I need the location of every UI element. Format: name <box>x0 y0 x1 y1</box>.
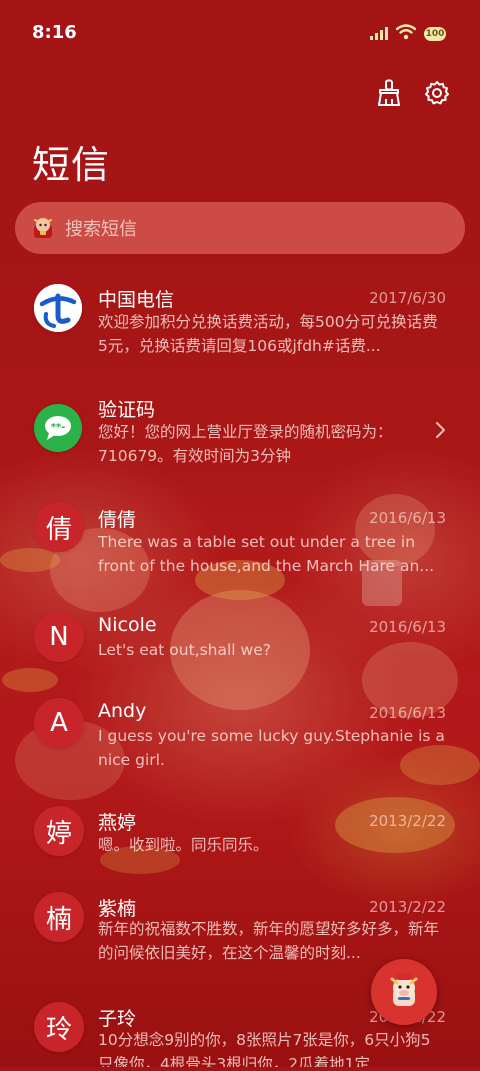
ox-mascot-compose-icon <box>384 970 424 1014</box>
message-date: 2016/6/13 <box>369 618 446 636</box>
list-item[interactable]: 倩 倩倩 2016/6/13 There was a table set out… <box>0 490 480 600</box>
search-input[interactable]: 搜索短信 <box>65 215 137 241</box>
list-item[interactable]: A Andy 2016/6/13 I guess you're some luc… <box>0 686 480 796</box>
contact-name: 子玲 <box>98 1008 137 1030</box>
compose-button[interactable] <box>371 959 437 1025</box>
svg-text:**-: **- <box>51 422 66 433</box>
contact-name: Nicole <box>98 614 157 636</box>
message-date: 2017/6/30 <box>369 289 446 307</box>
message-bubble-icon: **- <box>34 404 82 452</box>
wifi-icon <box>395 24 417 44</box>
clean-brush-icon[interactable] <box>374 78 404 108</box>
search-mascot-icon <box>31 216 55 240</box>
chevron-right-icon[interactable] <box>434 422 446 438</box>
contact-avatar: 玲 <box>34 1002 84 1052</box>
status-icons: 100 <box>370 24 446 44</box>
message-preview: 嗯。收到啦。同乐同乐。 <box>98 836 269 854</box>
message-preview: 10分想念9别的你，8张照片7张是你，6只小狗5只像你，4根骨头3根归你，2瓜着… <box>98 1031 431 1067</box>
message-date: 2013/2/22 <box>369 812 446 830</box>
contact-name: 燕婷 <box>98 812 137 834</box>
list-item[interactable]: 婷 燕婷 2013/2/22 嗯。收到啦。同乐同乐。 <box>0 796 480 882</box>
message-preview: 新年的祝福数不胜数，新年的愿望好多好多，新年的问候依旧美好，在这个温馨的时刻..… <box>98 920 440 962</box>
contact-avatar: A <box>34 698 84 748</box>
signal-icon <box>370 25 388 44</box>
settings-gear-icon[interactable] <box>422 78 452 108</box>
list-item[interactable]: N Nicole 2016/6/13 Let's eat out,shall w… <box>0 600 480 686</box>
page-title: 短信 <box>32 143 111 187</box>
contact-name: 倩倩 <box>98 509 137 531</box>
contact-name: Andy <box>98 700 147 722</box>
top-actions <box>374 78 452 108</box>
china-telecom-logo-icon <box>34 284 82 332</box>
message-date: 2016/6/13 <box>369 509 446 527</box>
contact-avatar: 倩 <box>34 502 84 552</box>
search-bar[interactable]: 搜索短信 <box>15 202 465 254</box>
contact-name: 验证码 <box>98 399 156 421</box>
message-preview: 您好！您的网上营业厅登录的随机密码为：710679。有效时间为3分钟 <box>98 423 393 465</box>
message-date: 2013/2/22 <box>369 898 446 916</box>
list-item[interactable]: **- 验证码 您好！您的网上营业厅登录的随机密码为：710679。有效时间为3… <box>0 380 480 490</box>
contact-avatar: 婷 <box>34 806 84 856</box>
message-preview: 欢迎参加积分兑换话费活动，每500分可兑换话费5元，兑换话费请回复106或jfd… <box>98 313 438 355</box>
message-preview: There was a table set out under a tree i… <box>98 533 435 575</box>
contact-name: 中国电信 <box>98 289 175 311</box>
message-preview: Let's eat out,shall we? <box>98 641 271 659</box>
contact-avatar: 楠 <box>34 892 84 942</box>
message-preview: I guess you're some lucky guy.Stephanie … <box>98 727 445 769</box>
status-bar: 8:16 100 <box>0 0 480 64</box>
list-item[interactable]: 中国电信 2017/6/30 欢迎参加积分兑换话费活动，每500分可兑换话费5元… <box>0 270 480 380</box>
battery-icon: 100 <box>424 27 446 41</box>
contact-avatar: N <box>34 612 84 662</box>
status-time: 8:16 <box>32 22 77 43</box>
message-date: 2016/6/13 <box>369 704 446 722</box>
